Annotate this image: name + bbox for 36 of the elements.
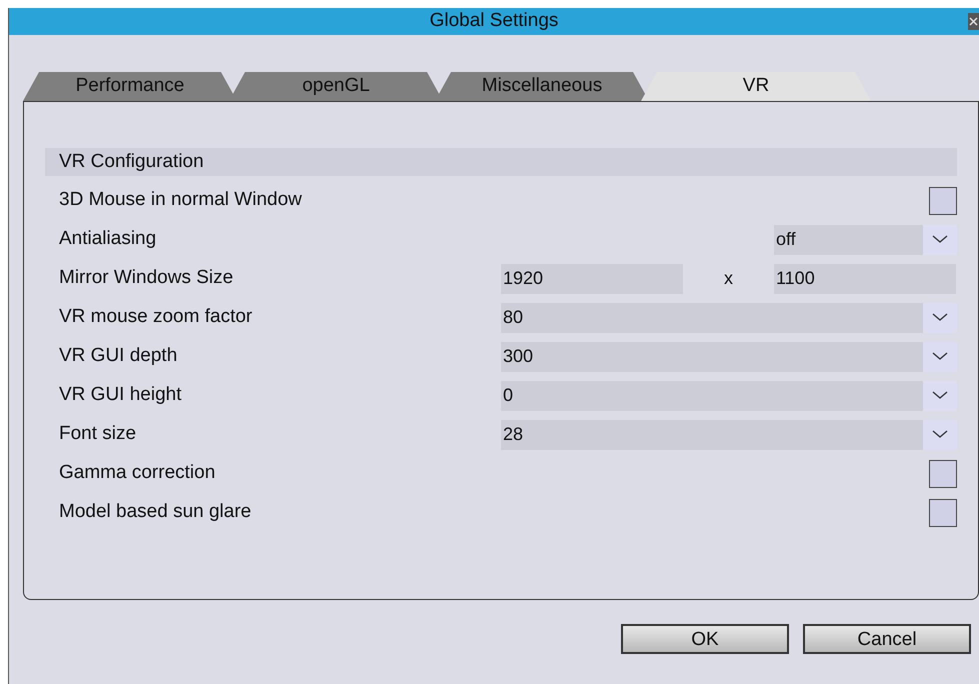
setting-label: Antialiasing [59,228,156,250]
separator-label: x [724,267,733,290]
dropdown-value[interactable]: 80 [501,302,923,332]
setting-label: VR GUI height [59,384,182,406]
dropdown-arrow-button[interactable] [923,342,957,372]
section-header: VR Configuration [45,148,957,176]
height-field[interactable]: 1100 [774,264,956,294]
dropdown-arrow-button[interactable] [923,302,957,332]
dropdown-value[interactable]: 0 [501,380,923,410]
dialog-button[interactable]: OK [621,624,789,654]
setting-label: Mirror Windows Size [59,267,234,288]
chevron-down-icon [932,235,948,244]
dropdown-value[interactable]: 28 [501,420,923,450]
setting-label: VR GUI depth [59,345,178,366]
chevron-down-icon [932,430,948,439]
setting-label: Model based sun glare [59,501,252,522]
dropdown-value[interactable]: off [774,224,923,254]
chevron-down-icon [932,313,948,322]
checkbox[interactable] [929,460,957,488]
setting-label: VR mouse zoom factor [59,306,252,328]
checkbox[interactable] [929,186,957,214]
close-icon[interactable] [968,13,979,30]
chevron-down-icon [932,391,948,400]
dropdown-value[interactable]: 300 [501,342,923,372]
setting-label: 3D Mouse in normal Window [59,189,302,210]
width-field[interactable]: 1920 [501,264,683,294]
tab[interactable]: VR [641,72,871,101]
dialog-button[interactable]: Cancel [803,624,971,654]
dropdown-arrow-button[interactable] [923,224,957,254]
window-title: Global Settings [430,9,558,34]
chevron-down-icon [932,352,948,361]
setting-label: Gamma correction [59,462,216,484]
setting-label: Font size [59,423,136,444]
dropdown-arrow-button[interactable] [923,420,957,450]
checkbox[interactable] [929,498,957,526]
dropdown-arrow-button[interactable] [923,380,957,410]
